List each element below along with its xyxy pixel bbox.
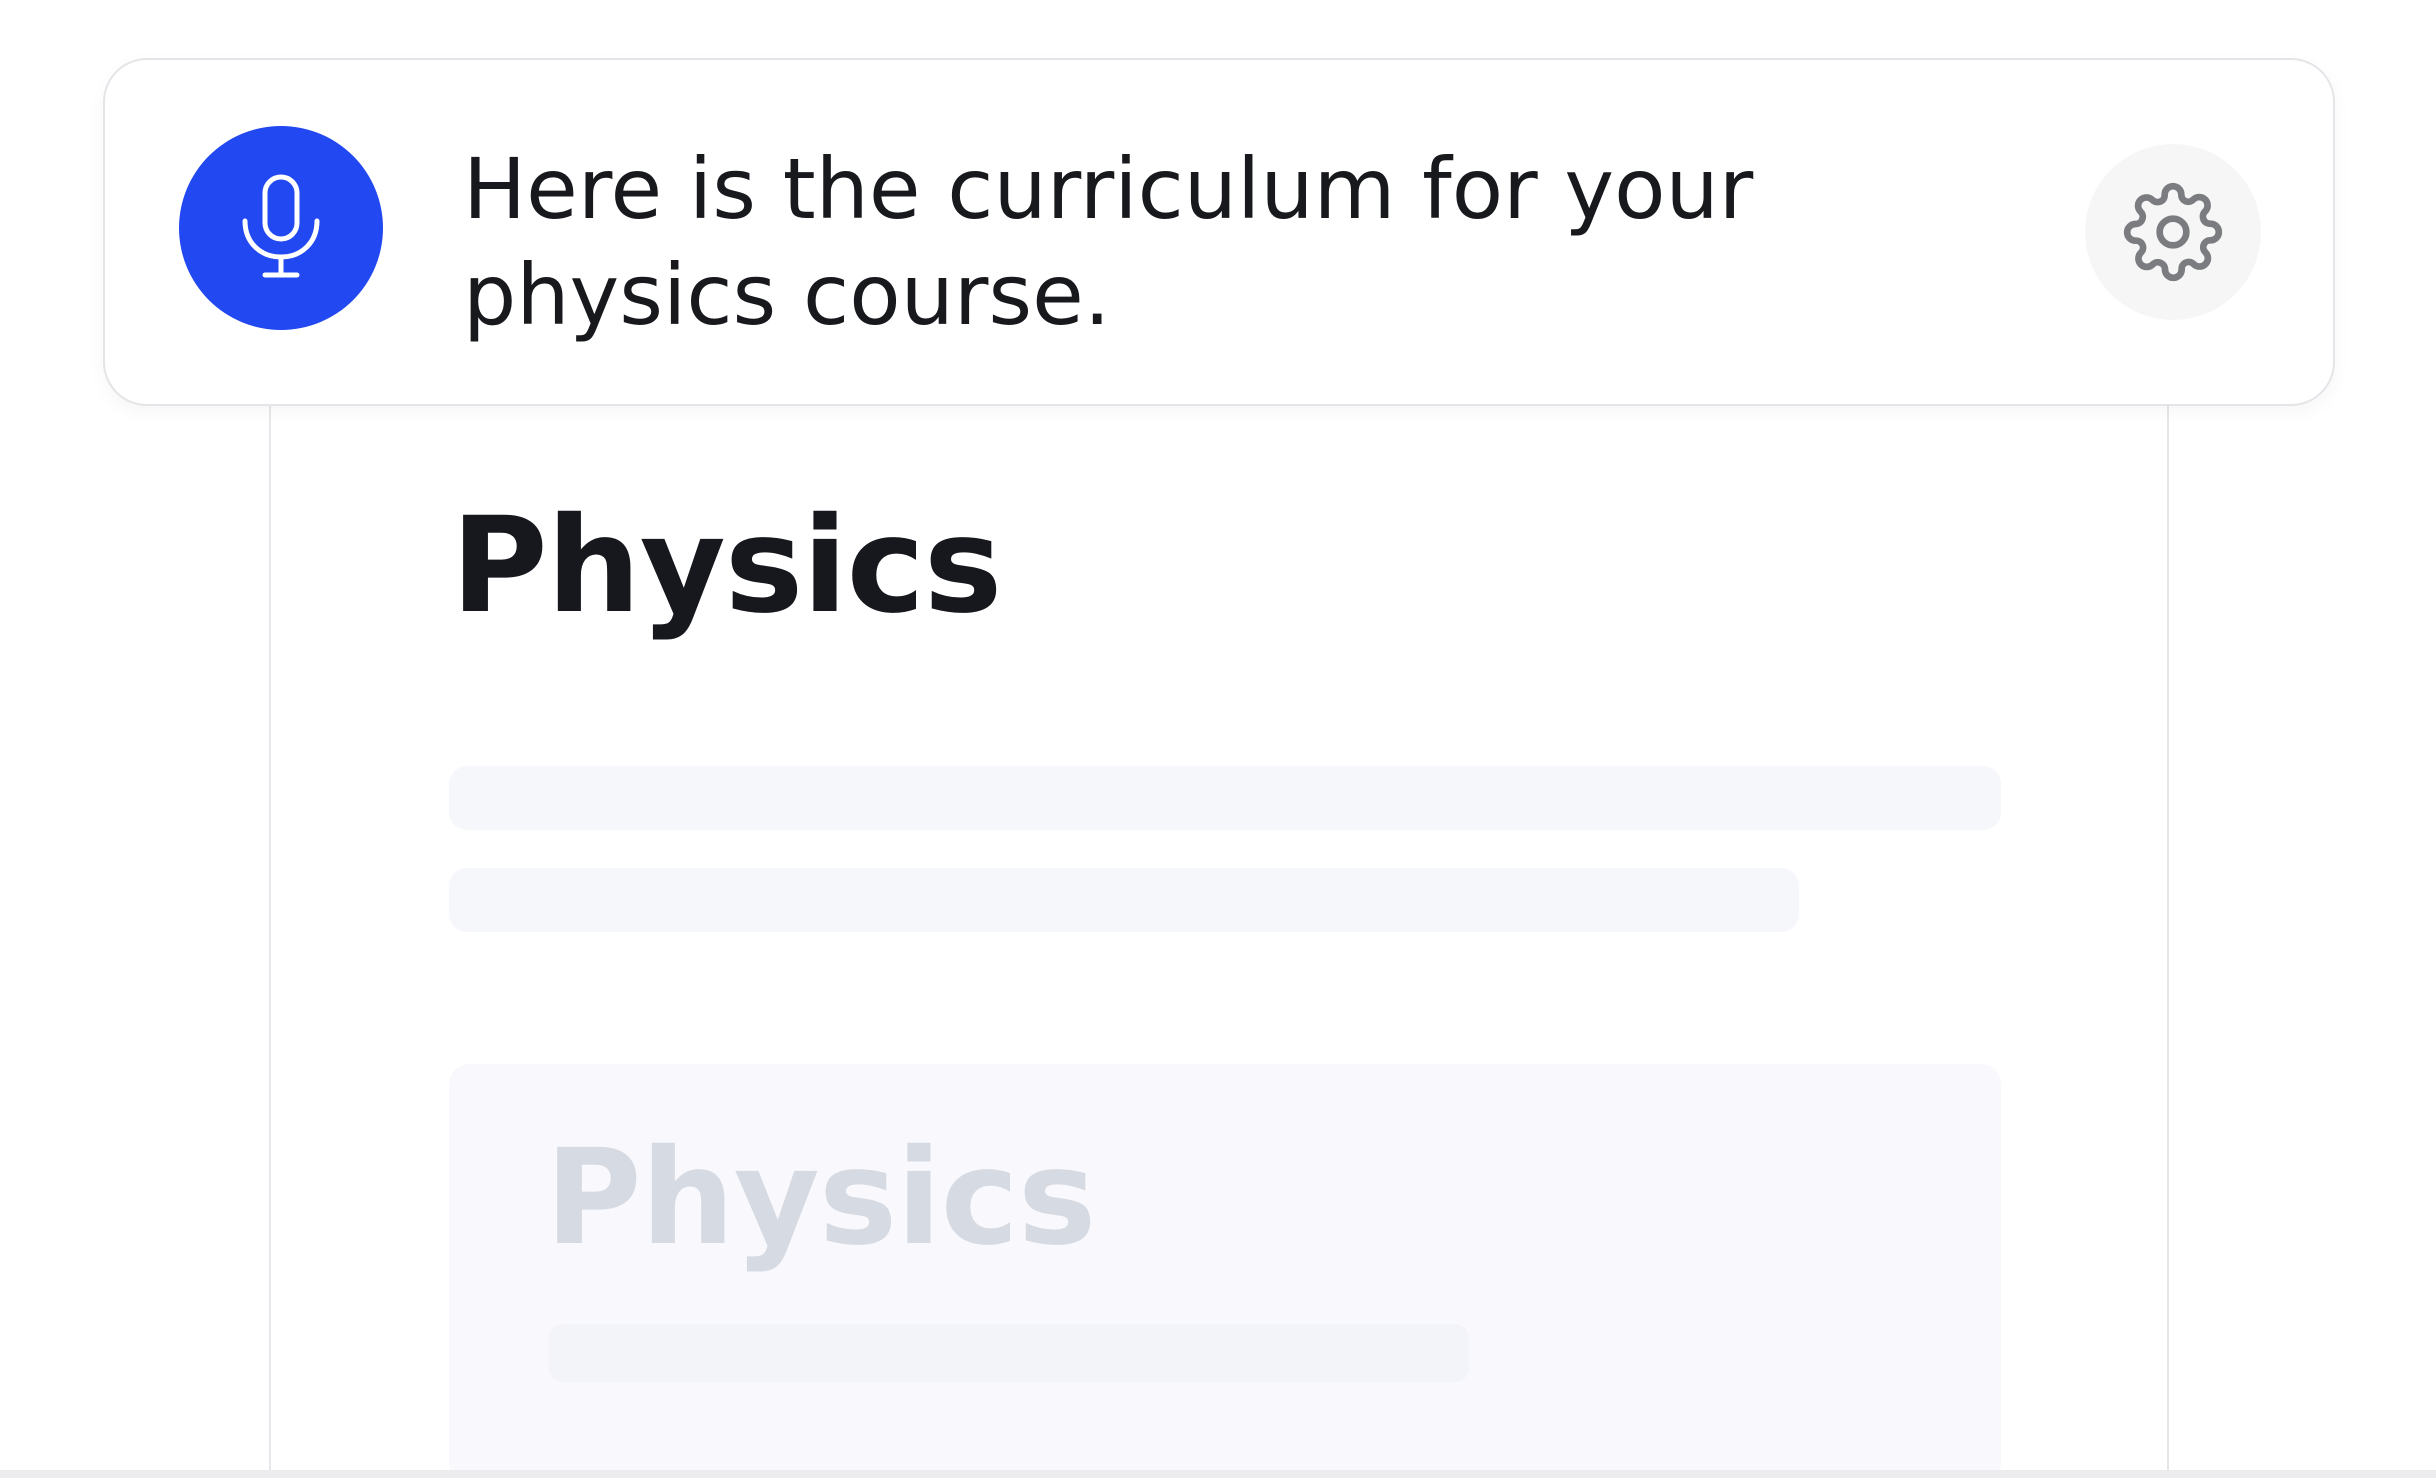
microphone-button[interactable] <box>179 126 383 330</box>
preview-title: Physics <box>545 1121 1096 1275</box>
assistant-message: Here is the curriculum for your physics … <box>463 140 1754 344</box>
document-panel: Physics Physics <box>269 300 2169 1478</box>
loading-placeholder-line <box>449 868 1799 932</box>
voice-assistant-bar: Here is the curriculum for your physics … <box>103 58 2335 406</box>
loading-placeholder-line <box>449 766 2001 830</box>
document-title: Physics <box>451 489 1002 643</box>
curriculum-preview-card: Physics <box>449 1064 2001 1478</box>
microphone-icon <box>242 174 320 278</box>
bottom-edge <box>0 1470 2436 1478</box>
gear-icon <box>2123 182 2223 282</box>
page: Physics Physics Here is the curriculum f… <box>0 0 2436 1478</box>
settings-button[interactable] <box>2085 144 2261 320</box>
loading-placeholder-line <box>549 1324 1469 1382</box>
